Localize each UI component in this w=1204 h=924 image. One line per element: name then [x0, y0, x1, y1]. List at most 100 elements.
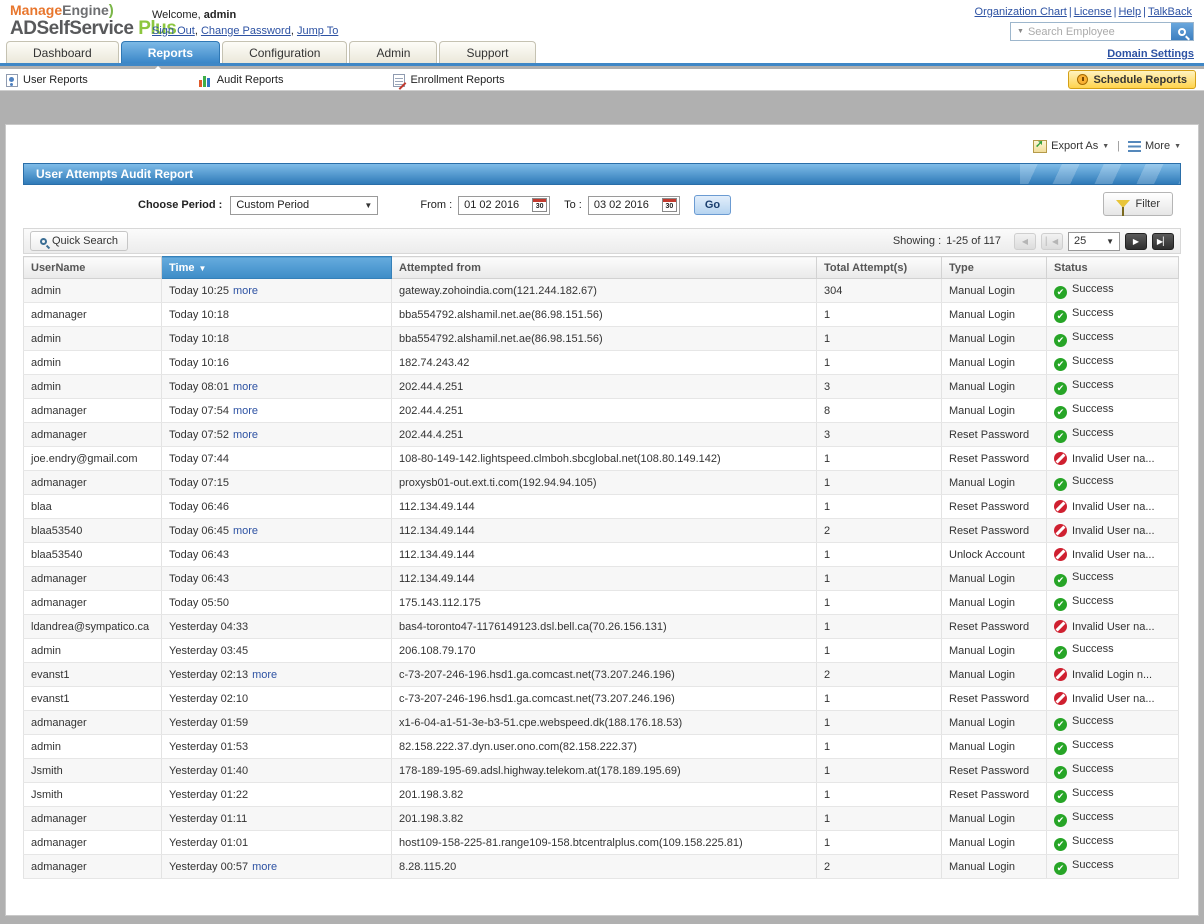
table-row: admanagerToday 07:15proxysb01-out.ext.ti…	[24, 471, 1179, 495]
more-link[interactable]: more	[233, 405, 258, 417]
cell-time: Today 06:45 more	[162, 519, 392, 543]
time-text: Yesterday 02:10	[169, 693, 248, 705]
domain-settings-link[interactable]: Domain Settings	[1107, 48, 1194, 60]
cell-type: Manual Login	[942, 471, 1047, 495]
subnav-item-enrollment-reports[interactable]: Enrollment Reports	[393, 74, 504, 87]
period-select[interactable]: Custom Period ▼	[230, 196, 378, 215]
page-size-select[interactable]: 25 ▼	[1068, 232, 1120, 251]
status-text: Success	[1072, 811, 1114, 823]
license-link[interactable]: License	[1074, 6, 1112, 18]
more-link[interactable]: more	[233, 285, 258, 297]
talkback-link[interactable]: TalkBack	[1148, 6, 1192, 18]
cell-status: Invalid User na...	[1047, 543, 1179, 567]
cell-type: Reset Password	[942, 447, 1047, 471]
success-icon: ✔	[1054, 406, 1067, 419]
cell-total-attempts: 304	[817, 279, 942, 303]
organization-chart-link[interactable]: Organization Chart	[975, 6, 1067, 18]
tab-dashboard[interactable]: Dashboard	[6, 41, 119, 63]
from-date-field[interactable]: 01 02 2016 30	[458, 196, 550, 215]
status-text: Success	[1072, 595, 1114, 607]
column-header-attempted-from[interactable]: Attempted from	[392, 257, 817, 279]
column-header-time[interactable]: Time▼	[162, 257, 392, 279]
export-as-button[interactable]: Export As ▼	[1033, 140, 1109, 153]
more-link[interactable]: more	[252, 861, 277, 873]
table-row: blaaToday 06:46112.134.49.1441Reset Pass…	[24, 495, 1179, 519]
time-text: Yesterday 01:22	[169, 789, 248, 801]
cell-username: admanager	[24, 471, 162, 495]
more-button[interactable]: More ▼	[1128, 140, 1181, 152]
last-page-button[interactable]: ▶▏	[1152, 233, 1174, 250]
time-text: Yesterday 04:33	[169, 621, 248, 633]
subnav-label: User Reports	[23, 74, 88, 86]
help-link[interactable]: Help	[1118, 6, 1141, 18]
cell-time: Today 10:25more	[162, 279, 392, 303]
cell-type: Manual Login	[942, 807, 1047, 831]
subnav-item-audit-reports[interactable]: Audit Reports	[198, 74, 284, 87]
sign-out-link[interactable]: Sign Out	[152, 25, 195, 37]
cell-attempted-from: 178-189-195-69.adsl.highway.telekom.at(1…	[392, 759, 817, 783]
table-row: admanagerToday 07:54more202.44.4.2518Man…	[24, 399, 1179, 423]
jump-to-link[interactable]: Jump To	[297, 25, 338, 37]
change-password-link[interactable]: Change Password	[201, 25, 291, 37]
quick-search-button[interactable]: Quick Search	[30, 231, 128, 251]
more-link[interactable]: more	[233, 429, 258, 441]
tab-configuration[interactable]: Configuration	[222, 41, 347, 63]
cell-attempted-from: 175.143.112.175	[392, 591, 817, 615]
cell-total-attempts: 1	[817, 735, 942, 759]
search-icon	[1178, 28, 1186, 36]
tab-reports[interactable]: Reports	[121, 41, 220, 63]
export-as-label: Export As	[1051, 140, 1098, 152]
more-link[interactable]: more	[233, 381, 258, 393]
cell-total-attempts: 1	[817, 783, 942, 807]
cell-status: ✔Success	[1047, 831, 1179, 855]
search-button[interactable]	[1171, 23, 1193, 40]
cell-attempted-from: 8.28.115.20	[392, 855, 817, 879]
page-size-value: 25	[1074, 235, 1086, 247]
cell-type: Reset Password	[942, 759, 1047, 783]
column-header-type[interactable]: Type	[942, 257, 1047, 279]
calendar-icon[interactable]: 30	[662, 198, 677, 212]
cell-status: ✔Success	[1047, 735, 1179, 759]
cell-username: admin	[24, 279, 162, 303]
cell-username: admanager	[24, 399, 162, 423]
filter-button[interactable]: Filter	[1103, 192, 1173, 216]
cell-total-attempts: 1	[817, 303, 942, 327]
table-row: blaa53540Today 06:43112.134.49.1441Unloc…	[24, 543, 1179, 567]
cell-type: Manual Login	[942, 399, 1047, 423]
time-text: Today 06:45	[169, 525, 229, 537]
chevron-down-icon[interactable]: ▼	[1011, 28, 1028, 35]
success-icon: ✔	[1054, 766, 1067, 779]
cell-time: Yesterday 02:10	[162, 687, 392, 711]
column-header-total-attempts[interactable]: Total Attempt(s)	[817, 257, 942, 279]
cell-status: Invalid Login n...	[1047, 663, 1179, 687]
calendar-icon[interactable]: 30	[532, 198, 547, 212]
schedule-reports-button[interactable]: Schedule Reports	[1068, 70, 1196, 89]
employee-search-box[interactable]: ▼ Search Employee	[1010, 22, 1194, 41]
cell-type: Manual Login	[942, 831, 1047, 855]
more-link[interactable]: more	[233, 525, 258, 537]
go-button[interactable]: Go	[694, 195, 731, 215]
cell-attempted-from: 202.44.4.251	[392, 375, 817, 399]
cell-status: Invalid User na...	[1047, 519, 1179, 543]
success-icon: ✔	[1054, 574, 1067, 587]
tab-admin[interactable]: Admin	[349, 41, 437, 63]
more-link[interactable]: more	[252, 669, 277, 681]
time-text: Today 06:43	[169, 573, 229, 585]
cell-total-attempts: 1	[817, 759, 942, 783]
table-row: admanagerYesterday 01:01host109-158-225-…	[24, 831, 1179, 855]
cell-attempted-from: bba554792.alshamil.net.ae(86.98.151.56)	[392, 327, 817, 351]
column-header-status[interactable]: Status	[1047, 257, 1179, 279]
cell-username: admanager	[24, 303, 162, 327]
subnav-item-user-reports[interactable]: User Reports	[6, 74, 88, 87]
search-input[interactable]: Search Employee	[1028, 26, 1171, 38]
cell-time: Yesterday 04:33	[162, 615, 392, 639]
cell-username: admanager	[24, 423, 162, 447]
cell-type: Manual Login	[942, 855, 1047, 879]
to-date-field[interactable]: 03 02 2016 30	[588, 196, 680, 215]
status-text: Invalid User na...	[1072, 525, 1155, 537]
error-icon	[1054, 620, 1067, 633]
column-header-username[interactable]: UserName	[24, 257, 162, 279]
tab-support[interactable]: Support	[439, 41, 535, 63]
cell-total-attempts: 2	[817, 855, 942, 879]
next-page-button[interactable]: ▶	[1125, 233, 1147, 250]
